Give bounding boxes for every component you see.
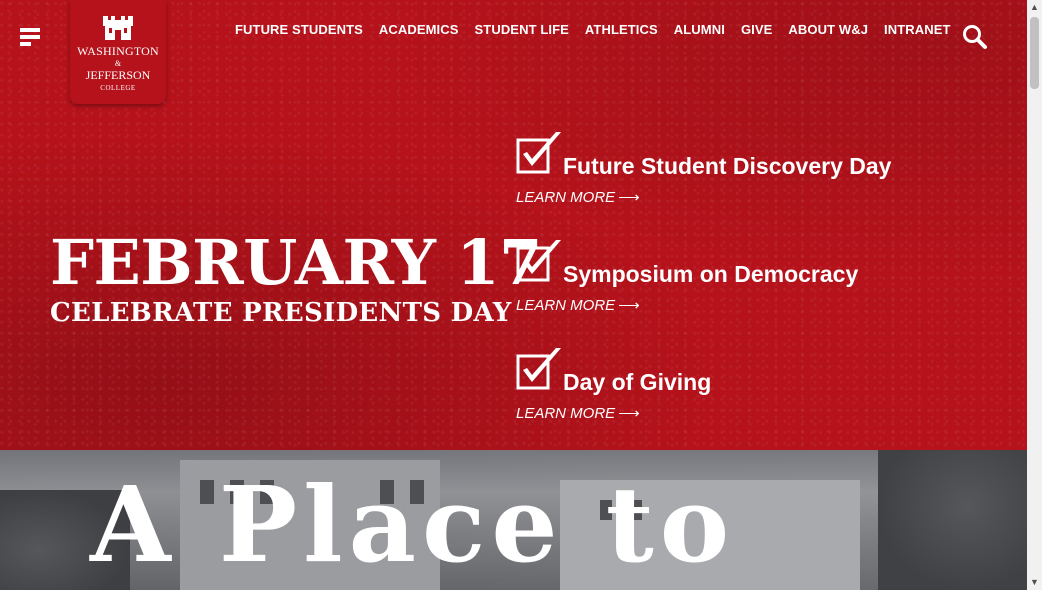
right-arrow-icon: ⟶ xyxy=(618,297,640,314)
learn-more-label: LEARN MORE xyxy=(516,297,616,314)
castle-icon xyxy=(103,16,133,40)
nav-future-students[interactable]: FUTURE STUDENTS xyxy=(235,22,363,37)
page-scrollbar[interactable]: ▲ ▼ xyxy=(1027,0,1042,590)
nav-academics[interactable]: ACADEMICS xyxy=(379,22,459,37)
campus-banner: A Place to xyxy=(0,450,1027,590)
checkbox-icon xyxy=(516,240,561,282)
scroll-thumb[interactable] xyxy=(1030,17,1039,89)
main-nav: FUTURE STUDENTS ACADEMICS STUDENT LIFE A… xyxy=(235,22,951,37)
date-subtitle: CELEBRATE PRESIDENTS DAY xyxy=(50,298,512,328)
learn-more-label: LEARN MORE xyxy=(516,405,616,422)
college-logo[interactable]: WASHINGTON & JEFFERSON COLLEGE xyxy=(70,0,166,104)
campus-heading: A Place to xyxy=(90,463,736,586)
date-headline: FEBRUARY 17 xyxy=(50,226,542,299)
event-item: Symposium on Democracy LEARN MORE ⟶ xyxy=(516,238,976,346)
events-list: Future Student Discovery Day LEARN MORE ⟶… xyxy=(516,130,976,450)
event-title: Day of Giving xyxy=(563,369,712,395)
nav-student-life[interactable]: STUDENT LIFE xyxy=(475,22,569,37)
search-icon[interactable] xyxy=(962,24,988,50)
nav-give[interactable]: GIVE xyxy=(741,22,772,37)
learn-more-label: LEARN MORE xyxy=(516,189,616,206)
nav-intranet[interactable]: INTRANET xyxy=(884,22,951,37)
checkbox-icon xyxy=(516,348,561,390)
nav-athletics[interactable]: ATHLETICS xyxy=(585,22,658,37)
nav-alumni[interactable]: ALUMNI xyxy=(674,22,725,37)
featured-date: FEBRUARY 17 CELEBRATE PRESIDENTS DAY xyxy=(50,226,542,329)
hero-section: WASHINGTON & JEFFERSON COLLEGE FUTURE ST… xyxy=(0,0,1027,450)
right-arrow-icon: ⟶ xyxy=(618,405,640,422)
event-title: Symposium on Democracy xyxy=(563,261,859,287)
event-title: Future Student Discovery Day xyxy=(563,153,892,179)
menu-icon[interactable] xyxy=(20,28,42,48)
logo-ampersand: & xyxy=(114,59,122,68)
logo-line-jefferson: JEFFERSON xyxy=(85,68,151,82)
scroll-down-arrow-icon[interactable]: ▼ xyxy=(1027,575,1042,590)
nav-about[interactable]: ABOUT W&J xyxy=(788,22,868,37)
logo-line-college: COLLEGE xyxy=(100,84,136,92)
checkbox-icon xyxy=(516,132,561,174)
event-item: Future Student Discovery Day LEARN MORE ⟶ xyxy=(516,130,976,238)
right-arrow-icon: ⟶ xyxy=(618,189,640,206)
event-item: Day of Giving LEARN MORE ⟶ xyxy=(516,346,976,450)
logo-line-washington: WASHINGTON xyxy=(77,44,159,58)
learn-more-link[interactable]: LEARN MORE ⟶ xyxy=(516,404,640,422)
scroll-up-arrow-icon[interactable]: ▲ xyxy=(1027,0,1042,15)
learn-more-link[interactable]: LEARN MORE ⟶ xyxy=(516,188,640,206)
trees-right xyxy=(878,450,1027,590)
learn-more-link[interactable]: LEARN MORE ⟶ xyxy=(516,296,640,314)
